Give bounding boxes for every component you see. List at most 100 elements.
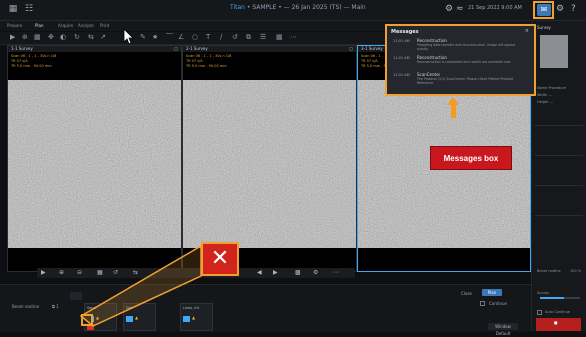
window-dropdown[interactable]: Window Default [488, 323, 518, 336]
viewport-label: 2-1 Survey [186, 46, 208, 51]
warning-icon: ▲ [135, 315, 139, 320]
beam-value: 100 % [570, 269, 582, 273]
slider-fill [540, 297, 564, 299]
tab-acquire[interactable]: Acquire [58, 23, 73, 28]
close-label[interactable]: Close [461, 291, 472, 296]
highlighted-preset-button[interactable] [81, 314, 93, 326]
more-icon[interactable]: ⋯ [290, 33, 297, 41]
measure-icon[interactable]: ↗ [100, 33, 106, 41]
more-icon[interactable]: ⋯ [333, 269, 339, 276]
title-sub: • SAMPLE • — 26 Jan 2025 (TS) — Main [246, 4, 366, 11]
beam-routine-label: Beam routine [12, 304, 40, 309]
pointer-icon[interactable]: ▶ [10, 33, 15, 41]
branch-icon[interactable]: ⧉ 1 [52, 304, 59, 309]
app-icon[interactable]: ▦ [8, 4, 18, 14]
gear-icon[interactable]: ⚙ [556, 4, 564, 14]
help-icon[interactable]: ? [571, 4, 576, 14]
preset-card[interactable]: Dist ▲ [123, 303, 156, 331]
preset-card[interactable]: Lines, Int ▲ [180, 303, 213, 331]
text-icon[interactable]: T [206, 33, 210, 41]
network-icon[interactable]: ≈ [456, 4, 464, 14]
arrow-head [447, 97, 459, 105]
datetime: 21 Sep 2022 9:00 AM [468, 5, 522, 11]
reset-view-icon[interactable]: ↺ [113, 269, 118, 276]
ruler-icon[interactable]: ⎺ [166, 33, 173, 42]
next-icon[interactable]: ▶ [273, 269, 278, 276]
rotate-icon[interactable]: ↻ [74, 33, 80, 41]
tab-print[interactable]: Print [100, 23, 109, 28]
plan-button[interactable]: Plan [482, 289, 502, 296]
marker-icon[interactable]: ★ [152, 33, 158, 41]
divider [535, 125, 583, 126]
copy-icon[interactable]: ⧉ [246, 33, 251, 42]
viewport-label: 3-1 Survey [361, 46, 383, 51]
maximize-icon[interactable]: ▢ [349, 46, 353, 51]
circle-icon[interactable]: ○ [192, 33, 198, 41]
preset-label: Lines, Int [183, 306, 199, 310]
reset-icon[interactable]: ↺ [232, 33, 238, 41]
viewport-2[interactable]: 2-1 Survey ▢ Scan 06 - 1 - 1 - 30s n 1/8… [182, 45, 357, 272]
auto-continue-checkbox[interactable] [537, 310, 542, 315]
panel-title: Survey [537, 25, 551, 30]
preset-blue-icon [183, 316, 190, 322]
film-icon[interactable]: ▦ [276, 33, 283, 41]
settings-icon[interactable]: ⚙ [313, 269, 318, 276]
preset-label: Sensi [87, 306, 97, 310]
queue-icon[interactable] [70, 292, 82, 300]
arrow-shaft [451, 105, 456, 118]
warning-icon: ▲ [96, 315, 100, 320]
messages-box-callout: Messages box [430, 146, 512, 170]
tab-prepare[interactable]: Prepare [7, 23, 22, 28]
tab-analyze[interactable]: Analyze [78, 23, 94, 28]
height-row: Height — [537, 100, 554, 104]
grid-icon[interactable]: ▩ [295, 269, 301, 276]
survey-label: Survey [537, 291, 550, 295]
zoom-in-icon[interactable]: ⊕ [59, 269, 64, 276]
messages-panel-highlight [385, 24, 536, 96]
settings-icon[interactable]: ⚙ [445, 4, 453, 14]
stack-icon[interactable]: ☰ [260, 33, 266, 41]
window-icon[interactable]: ◐ [60, 33, 66, 41]
title-main: Titan [230, 4, 245, 11]
annotate-icon[interactable]: ✎ [140, 33, 146, 41]
viewport-controls: ▶ ⊕ ⊖ ▦ ↺ ⇆ ◀ ▶ ▩ ⚙ ⋯ [37, 268, 355, 278]
divider [535, 155, 583, 156]
mr-image [8, 80, 181, 248]
stop-button[interactable]: ⏹ [536, 318, 581, 331]
flip-icon[interactable]: ⇆ [88, 33, 94, 41]
mouse-cursor-icon [123, 28, 134, 45]
prev-icon[interactable]: ◀ [257, 269, 262, 276]
tab-plan[interactable]: Plan [35, 23, 44, 28]
viewport-label: 1-1 Survey [11, 46, 33, 51]
viewport-1[interactable]: 1-1 Survey ▢ Scan 06 - 1 - 1 - 30s n 1/8… [7, 45, 182, 272]
x-mark-icon: ✕ [201, 242, 239, 276]
stop-icon: ⏹ [554, 319, 558, 327]
procedure-row: Name Procedure [537, 86, 567, 90]
layout-icon[interactable]: ▦ [97, 269, 103, 276]
messages-button-highlight [533, 1, 554, 19]
beam-label: Beam routine [537, 269, 561, 273]
viewport-header: 1-1 Survey ▢ [8, 46, 181, 52]
play-icon[interactable]: ▶ [41, 269, 46, 276]
auto-continue-label: Auto Continue [545, 310, 570, 314]
maximize-icon[interactable]: ▢ [174, 46, 178, 51]
survey-slider[interactable] [540, 297, 580, 299]
divider [535, 185, 583, 186]
pan-icon[interactable]: ✥ [48, 33, 54, 41]
preview-thumbnail[interactable] [540, 35, 568, 68]
warning-icon: ▲ [192, 315, 196, 320]
flip-icon[interactable]: ⇆ [133, 269, 138, 276]
viewport-info: Scan 06 - 1 - 1 - 30s n 1/8 TR 07 s/A TR… [186, 54, 232, 68]
grid-icon[interactable]: ☷ [24, 4, 34, 14]
preset-blue-icon [126, 316, 133, 322]
line-icon[interactable]: ∕ [220, 33, 222, 41]
continue-checkbox[interactable] [480, 301, 485, 306]
zoom-out-icon[interactable]: ⊖ [77, 269, 82, 276]
viewport-info: Scan 06 - 1 - 1 - 30s n 1/8 TR 07 s/A TR… [11, 54, 57, 68]
window-title: Titan • SAMPLE • — 26 Jan 2025 (TS) — Ma… [230, 4, 366, 11]
continue-label: Continue [489, 301, 507, 306]
preset-label: Dist [126, 306, 133, 310]
angle-icon[interactable]: ∠ [178, 33, 184, 41]
zoom-icon[interactable]: ⊕ [22, 33, 28, 41]
layout-icon[interactable]: ▦ [34, 33, 41, 41]
